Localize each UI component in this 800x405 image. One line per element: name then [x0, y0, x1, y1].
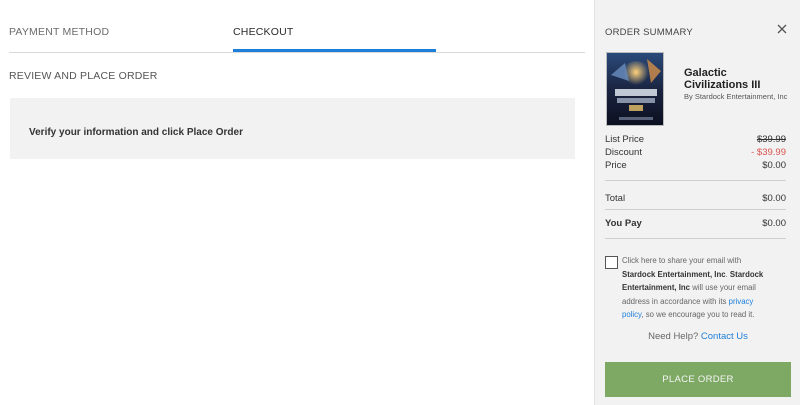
share-email-consent-text: Click here to share your email with Star…: [622, 254, 772, 322]
info-box: Verify your information and click Place …: [10, 98, 575, 159]
order-summary-panel: ORDER SUMMARY Galactic Civilizations III…: [594, 0, 800, 405]
price-value: $0.00: [762, 160, 786, 171]
section-title: REVIEW AND PLACE ORDER: [9, 70, 158, 82]
help-line: Need Help? Contact Us: [595, 331, 800, 342]
list-price-label: List Price: [605, 134, 645, 145]
active-tab-indicator: [233, 49, 436, 52]
place-order-button[interactable]: PLACE ORDER: [605, 362, 791, 397]
checkout-main: PAYMENT METHOD CHECKOUT REVIEW AND PLACE…: [0, 0, 594, 405]
total-label: Total: [605, 193, 626, 204]
divider: [605, 180, 786, 181]
discount-value: - $39.99: [751, 147, 786, 158]
tab-payment-method[interactable]: PAYMENT METHOD: [9, 26, 109, 38]
game-cover-image: [606, 52, 664, 126]
you-pay-value: $0.00: [762, 218, 786, 229]
total-value: $0.00: [762, 193, 786, 204]
consent-suffix: , so we encourage you to read it.: [641, 310, 755, 319]
order-summary-title: ORDER SUMMARY: [605, 27, 693, 38]
contact-us-link[interactable]: Contact Us: [701, 331, 748, 342]
divider: [605, 209, 786, 210]
game-publisher: By Stardock Entertainment, Inc: [684, 92, 788, 101]
list-price-value: $39.99: [756, 134, 786, 145]
tab-checkout[interactable]: CHECKOUT: [233, 26, 294, 38]
share-email-checkbox[interactable]: [605, 256, 618, 269]
info-text: Verify your information and click Place …: [29, 127, 243, 138]
divider: [605, 238, 786, 239]
you-pay-label: You Pay: [605, 218, 642, 229]
discount-label: Discount: [605, 147, 642, 158]
consent-prefix: Click here to share your email with: [622, 256, 742, 265]
consent-company: Stardock Entertainment, Inc: [622, 269, 726, 279]
close-icon[interactable]: [775, 22, 789, 36]
price-label: Price: [605, 160, 627, 171]
help-text: Need Help?: [648, 331, 699, 342]
checkout-tabs: PAYMENT METHOD CHECKOUT: [9, 0, 585, 53]
game-title: Galactic Civilizations III: [684, 67, 761, 91]
